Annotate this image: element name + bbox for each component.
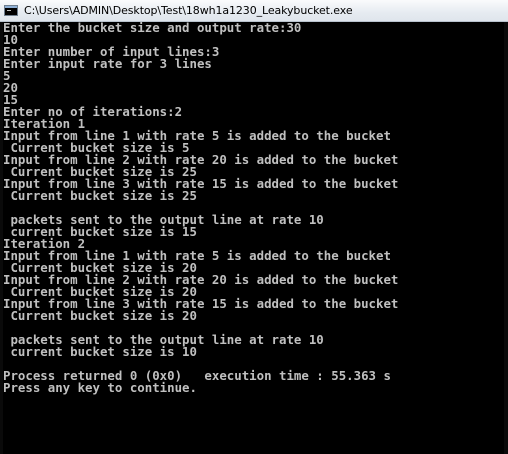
console-output[interactable]: Enter the bucket size and output rate:30… bbox=[3, 22, 504, 454]
console-line: 20 bbox=[3, 80, 18, 95]
console-line: 5 bbox=[3, 68, 11, 83]
console-window-icon bbox=[4, 5, 18, 16]
console-window[interactable]: C:\Users\ADMIN\Desktop\Test\18wh1a1230_L… bbox=[0, 0, 508, 454]
window-right-border bbox=[504, 22, 508, 454]
console-line: Current bucket size is 20 bbox=[3, 308, 197, 323]
console-line: Enter the bucket size and output rate:30 bbox=[3, 22, 302, 35]
console-line: current bucket size is 10 bbox=[3, 344, 197, 359]
console-line: Press any key to continue. bbox=[3, 380, 197, 395]
console-line: Current bucket size is 25 bbox=[3, 188, 197, 203]
title-bar[interactable]: C:\Users\ADMIN\Desktop\Test\18wh1a1230_L… bbox=[0, 0, 508, 22]
window-title: C:\Users\ADMIN\Desktop\Test\18wh1a1230_L… bbox=[24, 4, 353, 17]
console-line: Enter input rate for 3 lines bbox=[3, 56, 212, 71]
